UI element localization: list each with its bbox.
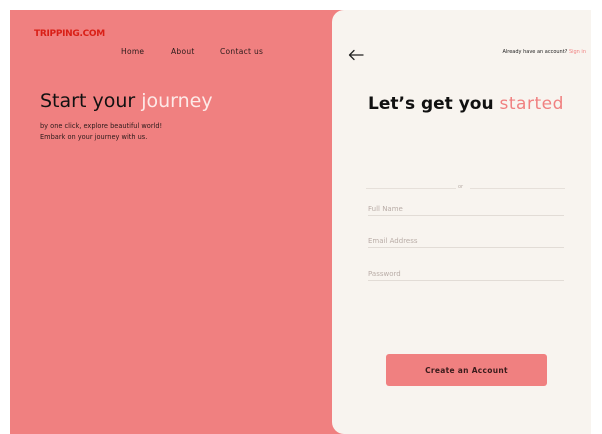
signin-prompt: Already have an account? Sign in bbox=[502, 49, 586, 55]
logo[interactable]: TRIPPING.COM bbox=[34, 29, 105, 39]
signin-link[interactable]: Sign in bbox=[569, 49, 586, 55]
password-field[interactable] bbox=[368, 268, 564, 281]
nav-item-home[interactable]: Home bbox=[121, 47, 144, 56]
hero-subtitle: by one click, explore beautiful world! E… bbox=[40, 121, 162, 142]
email-field[interactable] bbox=[368, 235, 564, 248]
signin-prompt-text: Already have an account? bbox=[502, 49, 568, 55]
hero-title-prefix: Start your bbox=[40, 90, 142, 112]
hero-title: Start your journey bbox=[40, 90, 213, 112]
hero-title-highlight: journey bbox=[141, 90, 213, 112]
divider-left bbox=[366, 188, 456, 189]
divider-right bbox=[470, 188, 565, 189]
hero-subtitle-line2: Embark on your journey with us. bbox=[40, 132, 148, 141]
form-title: Let’s get you started bbox=[368, 94, 564, 114]
nav-item-about[interactable]: About bbox=[171, 47, 195, 56]
arrow-left-icon[interactable] bbox=[348, 46, 364, 61]
nav-item-contact[interactable]: Contact us bbox=[220, 47, 263, 56]
full-name-field[interactable] bbox=[368, 203, 564, 216]
app-frame: TRIPPING.COM Home About Contact us Start… bbox=[10, 10, 591, 434]
form-title-prefix: Let’s get you bbox=[368, 94, 500, 114]
create-account-button[interactable]: Create an Account bbox=[386, 354, 547, 386]
divider-text: or bbox=[458, 184, 464, 190]
signup-panel: Already have an account? Sign in Let’s g… bbox=[332, 10, 591, 434]
form-title-highlight: started bbox=[499, 94, 564, 114]
hero-subtitle-line1: by one click, explore beautiful world! bbox=[40, 122, 163, 130]
